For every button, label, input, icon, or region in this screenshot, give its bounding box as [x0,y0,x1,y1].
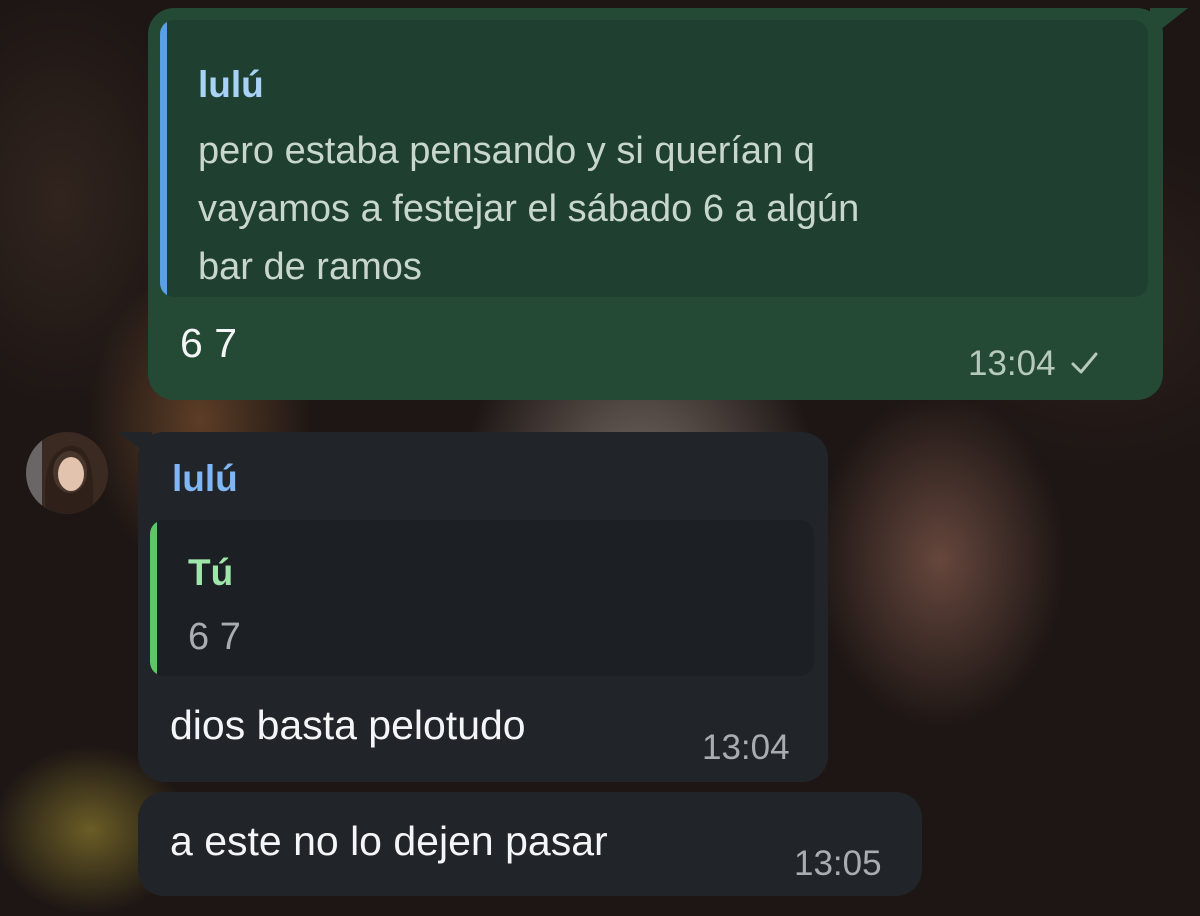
sender-name[interactable]: lulú [172,458,238,500]
reply-text: 6 7 [188,616,241,658]
sender-avatar[interactable] [26,432,108,514]
reply-author: lulú [198,64,264,105]
message-time: 13:04 [968,344,1099,384]
message-text: 6 7 [180,320,237,366]
reply-author: Tú [188,552,234,593]
incoming-message-bubble[interactable]: lulú Tú 6 7 dios basta pelotudo 13:04 [138,432,828,782]
outgoing-message-bubble[interactable]: lulú pero estaba pensando y si querían q… [148,8,1163,400]
reply-accent-bar [150,520,157,676]
quoted-reply[interactable]: Tú 6 7 [150,520,814,676]
message-text: a este no lo dejen pasar [170,818,608,864]
single-check-icon [1069,347,1099,377]
reply-accent-bar [160,20,167,297]
reply-text-line: pero estaba pensando y si querían q [198,130,815,172]
reply-text-line: vayamos a festejar el sábado 6 a algún [198,188,860,230]
message-time: 13:04 [702,728,790,767]
message-text: dios basta pelotudo [170,702,526,748]
message-time: 13:05 [794,844,882,883]
incoming-message-bubble[interactable]: a este no lo dejen pasar 13:05 [138,792,922,896]
message-time-label: 13:04 [968,344,1056,383]
reply-text-line: bar de ramos [198,246,422,288]
quoted-reply[interactable]: lulú pero estaba pensando y si querían q… [160,20,1148,297]
